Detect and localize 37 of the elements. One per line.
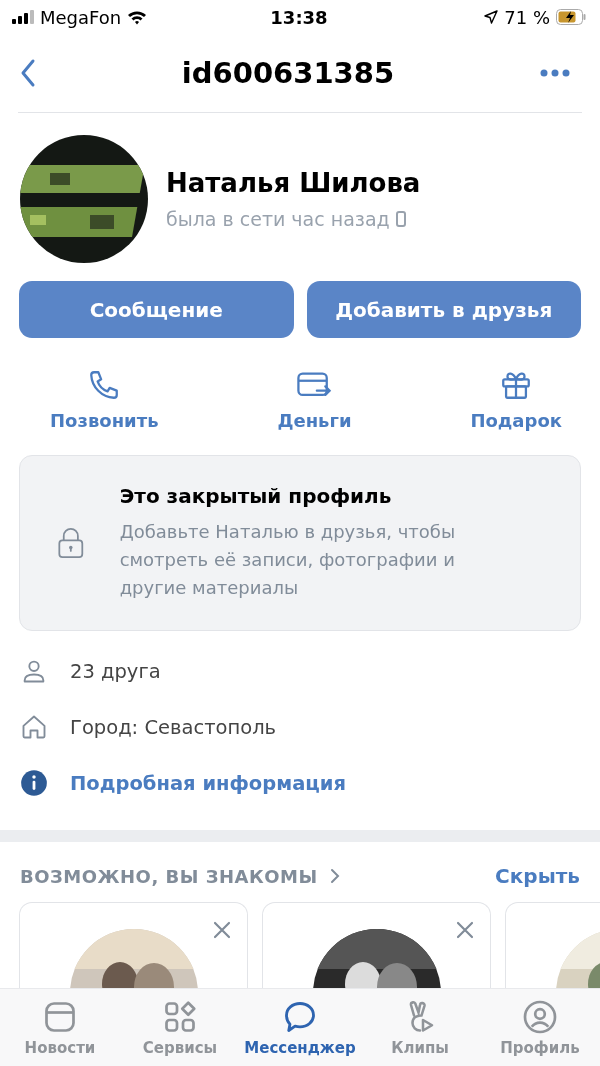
services-icon: [162, 998, 198, 1035]
battery-percent: 71 %: [504, 6, 550, 28]
tab-item[interactable]: Профиль: [482, 998, 598, 1057]
tab-item[interactable]: Мессенджер: [242, 998, 358, 1057]
signal-icon: [12, 10, 34, 24]
carrier-name: MegaFon: [40, 6, 122, 28]
info-icon[interactable]: [20, 769, 48, 797]
notice-title: Это закрытый профиль: [119, 484, 393, 508]
home-icon: [20, 713, 48, 741]
battery-charging-icon: [556, 9, 586, 25]
location-icon: [484, 10, 499, 24]
wifi-icon: [127, 9, 148, 25]
close-icon[interactable]: [213, 921, 231, 939]
section-title: ВОЗМОЖНО, ВЫ ЗНАКОМЫ: [20, 865, 318, 887]
hide-link[interactable]: Скрыть: [495, 864, 580, 888]
tab-item[interactable]: Новости: [2, 998, 118, 1057]
last-seen-text: была в сети час назад: [166, 208, 390, 230]
info-text: Город: Севастополь: [70, 715, 277, 739]
page-title: id600631385: [181, 56, 395, 90]
info-text: 23 друга: [70, 659, 161, 683]
action-link[interactable]: Позвонить: [50, 410, 159, 431]
tab-item[interactable]: Сервисы: [122, 998, 238, 1057]
action-link[interactable]: Деньги: [277, 410, 352, 431]
action-link[interactable]: Подарок: [470, 410, 562, 431]
action-button[interactable]: Добавить в друзья: [306, 281, 581, 338]
details-link[interactable]: Подробная информация: [70, 771, 346, 795]
profile-icon: [522, 998, 558, 1035]
notice-text: Добавьте Наталью в друзья, чтобы смотреть её записи, фотографии и другие материалы: [119, 520, 457, 600]
more-icon[interactable]: [540, 69, 570, 77]
chevron-right-icon[interactable]: [329, 868, 340, 884]
status-time: 13:38: [270, 6, 328, 28]
profile-name: Наталья Шилова: [166, 168, 421, 198]
back-icon[interactable]: [20, 58, 36, 88]
phone-device-icon: [395, 211, 406, 227]
tab-item[interactable]: Клипы: [362, 998, 478, 1057]
action-button[interactable]: Сообщение: [19, 281, 294, 338]
close-icon[interactable]: [456, 921, 474, 939]
